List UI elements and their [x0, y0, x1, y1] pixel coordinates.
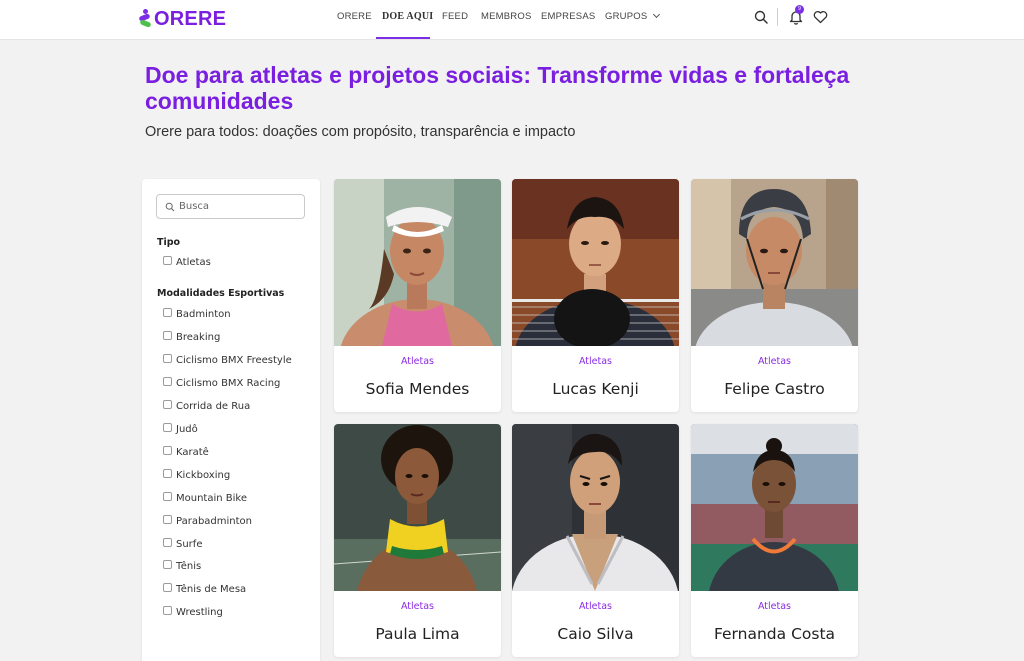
nav-item-membros[interactable]: MEMBROS — [481, 0, 532, 40]
filter-option-atletas[interactable]: Atletas — [163, 255, 211, 269]
search-input[interactable] — [179, 201, 294, 212]
card-category: Atletas — [757, 601, 792, 612]
checkbox[interactable] — [163, 255, 172, 265]
card-category: Atletas — [578, 601, 613, 612]
filter-option-label: Breaking — [176, 331, 221, 343]
nav-item-orere[interactable]: ORERE — [337, 0, 372, 40]
filter-option-label: Mountain Bike — [176, 492, 247, 504]
checkbox[interactable] — [163, 537, 172, 547]
athlete-card[interactable]: Atletas Fernanda Costa — [691, 424, 858, 657]
checkbox[interactable] — [163, 491, 172, 501]
checkbox[interactable] — [163, 376, 172, 386]
filter-option-label: Judô — [176, 423, 198, 435]
filter-option-corrida-de-rua[interactable]: Corrida de Rua — [163, 399, 250, 413]
filter-option-label: Wrestling — [176, 606, 223, 618]
filter-option-wrestling[interactable]: Wrestling — [163, 605, 223, 619]
search-icon — [165, 202, 175, 211]
filter-option-label: Ciclismo BMX Racing — [176, 377, 281, 389]
filter-option-label: Kickboxing — [176, 469, 231, 481]
search-icon[interactable] — [754, 10, 768, 24]
athlete-card[interactable]: Atletas Paula Lima — [334, 424, 501, 657]
filter-option-tenis-de-mesa[interactable]: Tênis de Mesa — [163, 582, 246, 596]
brand-logo[interactable]: ORERE — [138, 7, 226, 31]
checkbox[interactable] — [163, 330, 172, 340]
heart-icon[interactable] — [813, 10, 828, 24]
athlete-name[interactable]: Lucas Kenji — [512, 380, 679, 398]
nav-item-doe-aqui[interactable]: DOE AQUI — [382, 0, 433, 40]
checkbox[interactable] — [163, 353, 172, 363]
checkbox[interactable] — [163, 605, 172, 615]
filter-option-breaking[interactable]: Breaking — [163, 330, 220, 344]
logo-mark-icon — [138, 9, 152, 29]
athlete-name[interactable]: Sofia Mendes — [334, 380, 501, 398]
filter-group-title-modalidades: Modalidades Esportivas — [157, 288, 285, 299]
nav-item-grupos[interactable]: GRUPOS — [605, 0, 661, 40]
filter-sidebar: Tipo Atletas Modalidades Esportivas Badm… — [142, 179, 320, 661]
checkbox[interactable] — [163, 468, 172, 478]
filter-option-label: Corrida de Rua — [176, 400, 251, 412]
athlete-card[interactable]: Atletas Lucas Kenji — [512, 179, 679, 412]
nav-item-empresas[interactable]: EMPRESAS — [541, 0, 595, 40]
athlete-photo[interactable] — [512, 179, 679, 346]
notification-badge: 9 — [795, 5, 804, 14]
checkbox[interactable] — [163, 399, 172, 409]
athlete-photo[interactable] — [512, 424, 679, 591]
athlete-name[interactable]: Felipe Castro — [691, 380, 858, 398]
active-nav-indicator — [376, 37, 430, 39]
page-subtitle: Orere para todos: doações com propósito,… — [145, 124, 576, 140]
filter-option-label: Atletas — [176, 256, 211, 268]
filter-option-label: Ciclismo BMX Freestyle — [176, 354, 292, 366]
filter-option-bmx-racing[interactable]: Ciclismo BMX Racing — [163, 376, 280, 390]
filter-option-tenis[interactable]: Tênis — [163, 559, 201, 573]
filter-option-judo[interactable]: Judô — [163, 422, 198, 436]
nav-item-grupos-label: GRUPOS — [605, 11, 648, 22]
filter-option-label: Tênis de Mesa — [176, 583, 247, 595]
filter-option-label: Tênis — [176, 560, 202, 572]
card-category: Atletas — [400, 356, 435, 367]
checkbox[interactable] — [163, 422, 172, 432]
search-field[interactable] — [156, 194, 305, 219]
filter-option-label: Surfe — [176, 538, 203, 550]
filter-option-label: Badminton — [176, 308, 231, 320]
athlete-name[interactable]: Caio Silva — [512, 625, 679, 643]
athlete-photo[interactable] — [691, 424, 858, 591]
athlete-photo[interactable] — [334, 424, 501, 591]
checkbox[interactable] — [163, 445, 172, 455]
chevron-down-icon — [653, 10, 661, 19]
page-title: Doe para atletas e projetos sociais: Tra… — [145, 62, 850, 114]
athlete-card[interactable]: Atletas Sofia Mendes — [334, 179, 501, 412]
athlete-name[interactable]: Paula Lima — [334, 625, 501, 643]
athlete-card[interactable]: Atletas Caio Silva — [512, 424, 679, 657]
brand-name: ORERE — [154, 7, 227, 30]
card-category: Atletas — [400, 601, 435, 612]
filter-option-surfe[interactable]: Surfe — [163, 537, 202, 551]
athlete-card[interactable]: Atletas Felipe Castro — [691, 179, 858, 412]
card-category: Atletas — [757, 356, 792, 367]
filter-option-kickboxing[interactable]: Kickboxing — [163, 468, 230, 482]
top-navbar: ORERE ORERE DOE AQUI FEED MEMBROS EMPRES… — [0, 0, 1024, 40]
filter-option-parabadminton[interactable]: Parabadminton — [163, 514, 252, 528]
checkbox[interactable] — [163, 307, 172, 317]
athlete-photo[interactable] — [691, 179, 858, 346]
filter-group-title-tipo: Tipo — [157, 237, 181, 248]
athlete-name[interactable]: Fernanda Costa — [691, 625, 858, 643]
filter-option-badminton[interactable]: Badminton — [163, 307, 231, 321]
checkbox[interactable] — [163, 559, 172, 569]
nav-item-feed[interactable]: FEED — [442, 0, 468, 40]
filter-option-karate[interactable]: Karatê — [163, 445, 209, 459]
filter-option-label: Karatê — [176, 446, 209, 458]
filter-option-mountain-bike[interactable]: Mountain Bike — [163, 491, 247, 505]
checkbox[interactable] — [163, 514, 172, 524]
filter-option-bmx-freestyle[interactable]: Ciclismo BMX Freestyle — [163, 353, 292, 367]
card-category: Atletas — [578, 356, 613, 367]
athlete-photo[interactable] — [334, 179, 501, 346]
header-divider — [777, 8, 778, 26]
checkbox[interactable] — [163, 582, 172, 592]
filter-option-label: Parabadminton — [176, 515, 253, 527]
